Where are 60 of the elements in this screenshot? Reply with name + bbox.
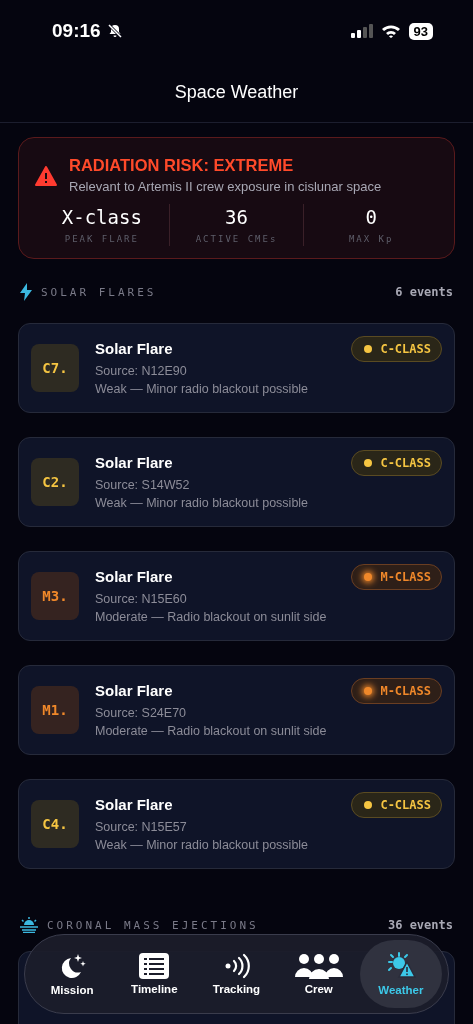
flare-title: Solar Flare	[95, 682, 173, 699]
flare-source: Source: S24E70	[95, 706, 187, 720]
tab[interactable]: Tracking	[195, 940, 278, 1008]
flare-title: Solar Flare	[95, 568, 173, 585]
warning-icon	[35, 166, 57, 186]
stat-value: 36	[225, 206, 248, 228]
class-badge: M-CLASS	[351, 564, 442, 590]
flare-source: Source: N12E90	[95, 364, 187, 378]
people-icon	[294, 953, 343, 979]
class-badge: C-CLASS	[351, 450, 442, 476]
section-title: SOLAR FLARES	[41, 285, 158, 299]
stat-value: X-class	[61, 206, 142, 228]
flare-code: C2.	[31, 458, 79, 506]
flare-impact: Weak — Minor radio blackout possible	[95, 496, 309, 510]
screen-title: Space Weather	[174, 81, 299, 103]
tab[interactable]: Timeline	[113, 940, 196, 1008]
flare-impact: Moderate — Radio blackout on sunlit side	[95, 610, 327, 624]
flare-source: Source: N15E60	[95, 592, 187, 606]
stat-label: ACTIVE CMEs	[195, 234, 278, 244]
flare-code: M3.	[31, 572, 79, 620]
alert-title: RADIATION RISK: EXTREME	[69, 156, 295, 175]
signal-waves-icon	[223, 953, 250, 979]
flare-card[interactable]: C7. Solar Flare Source: N12E90 Weak — Minor radio blackout possible C-CLASS	[18, 323, 455, 413]
flare-impact: Weak — Minor radio blackout possible	[95, 382, 309, 396]
section-title: CORONAL MASS EJECTIONS	[47, 918, 260, 932]
class-badge: C-CLASS	[351, 792, 442, 818]
flare-code: C4.	[31, 800, 79, 848]
list-icon	[139, 953, 170, 979]
battery-level: 93	[408, 22, 433, 40]
flare-card[interactable]: M3. Solar Flare Source: N15E60 Moderate — Radio blackout on sunlit side M-CLASS	[18, 551, 455, 641]
signal-icon	[350, 24, 373, 38]
flare-title: Solar Flare	[95, 796, 173, 813]
flare-title: Solar Flare	[95, 454, 173, 471]
stat-value: 0	[365, 206, 377, 228]
event-count: 6 events	[395, 285, 453, 299]
flare-source: Source: S14W52	[95, 478, 190, 492]
tab[interactable]: Weather	[359, 940, 442, 1008]
wifi-icon	[380, 24, 401, 38]
flare-impact: Moderate — Radio blackout on sunlit side	[95, 724, 327, 738]
event-count: 36 events	[387, 918, 453, 932]
sun-warning-icon	[385, 952, 416, 980]
stat-label: MAX Kp	[348, 234, 394, 244]
sunrise-icon	[20, 917, 38, 933]
bell-off-icon	[106, 23, 123, 39]
tab[interactable]: Crew	[277, 940, 360, 1008]
status-time: 09:16	[52, 20, 101, 42]
flare-card[interactable]: M1. Solar Flare Source: S24E70 Moderate — Radio blackout on sunlit side M-CLASS	[18, 665, 455, 755]
flare-code: M1.	[31, 686, 79, 734]
flare-source: Source: N15E57	[95, 820, 187, 834]
flare-code: C7.	[31, 344, 79, 392]
lightning-icon	[20, 283, 32, 301]
stat-label: PEAK FLARE	[64, 234, 139, 244]
class-badge: M-CLASS	[351, 678, 442, 704]
alert-subtitle: Relevant to Artemis II crew exposure in cislunar space	[69, 179, 382, 194]
flare-title: Solar Flare	[95, 340, 173, 357]
flare-impact: Weak — Minor radio blackout possible	[95, 838, 309, 852]
flare-card[interactable]: C4. Solar Flare Source: N15E57 Weak — Minor radio blackout possible C-CLASS	[18, 779, 455, 869]
flare-card[interactable]: C2. Solar Flare Source: S14W52 Weak — Minor radio blackout possible C-CLASS	[18, 437, 455, 527]
class-badge: C-CLASS	[351, 336, 442, 362]
tab[interactable]: Mission	[31, 940, 114, 1008]
